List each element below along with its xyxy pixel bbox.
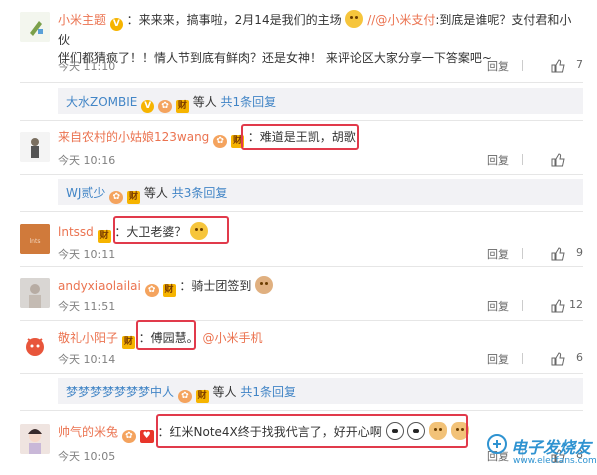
view-replies-link[interactable]: 共3条回复 [172,186,228,200]
watermark-url: www.elecfans.com [513,456,597,466]
theme-logo-icon [20,12,50,42]
comment-author[interactable]: 小米主题 [58,13,106,27]
reply-button[interactable]: 回复 [487,298,509,314]
divider [20,82,583,83]
wealth-badge-icon: 财 [127,191,141,204]
like-button[interactable] [533,152,583,168]
highlight-box [156,414,468,448]
reply-summary-bar: 梦梦梦梦梦梦梦中人 ✿ 财 等人 共1条回复 [58,378,583,404]
like-count: 6 [576,351,583,364]
view-replies-link[interactable]: 共1条回复 [240,385,296,399]
mention-link[interactable]: //@小米支付 [367,13,435,27]
vip-icon: ✿ [177,390,192,403]
wealth-badge-icon: 财 [162,284,176,297]
comment-author[interactable]: lntssd [58,225,94,239]
user-photo-icon [20,278,50,308]
comment-time: 今天 11:51 [58,300,116,313]
like-button[interactable]: 6 [533,351,583,367]
thumbs-up-icon [551,299,565,313]
comment-time: 今天 10:05 [58,450,116,463]
like-count: 7 [576,58,583,71]
comment-time: 今天 10:14 [58,353,116,366]
divider [20,174,583,175]
comment-author[interactable]: 帅气的米兔 [58,425,118,439]
comment-author[interactable]: 敬礼小阳子 [58,331,118,345]
comment-author[interactable]: andyxiaolailai [58,279,141,293]
watermark: 电子发烧友 www.elecfans.com [485,422,597,472]
divider [20,266,583,267]
vip-icon: ✿ [121,430,136,443]
comment-5: 敬礼小阳子 财 ：傅园慧。 @小米手机 今天 10:14 回复 6 [0,325,597,371]
comment-text: andyxiaolailai ✿ 财 ：骑士团签到 [58,276,583,297]
reply-user[interactable]: 梦梦梦梦梦梦梦中人 [66,385,174,399]
wealth-badge-icon: 财 [175,100,189,113]
red-badge-icon: ♥ [139,430,154,443]
reply-button[interactable]: 回复 [487,246,509,262]
avatar[interactable]: lnts [20,224,50,254]
svg-text:lnts: lnts [30,238,41,245]
reply-summary-bar: WJ贰少 ✿ 财 等人 共3条回复 [58,179,583,205]
mention-link[interactable]: @小米手机 [203,331,263,345]
reply-button[interactable]: 回复 [487,58,509,74]
like-button[interactable]: 7 [533,58,583,74]
thumbs-up-icon [551,153,565,167]
wealth-badge-icon: 财 [195,390,209,403]
verified-v-icon: V [109,18,123,31]
divider [20,211,583,212]
user-photo-icon [20,424,50,454]
comment-text: 小米主题 V ：来来来，搞事啦，2月14是我们的主场 //@小米支付:到底是谁呢… [58,10,583,49]
watermark-title: 电子发烧友 [511,438,592,457]
divider [522,60,523,71]
highlight-box [136,320,196,350]
divider [20,120,583,121]
reply-user[interactable]: 大水ZOMBIE [66,95,137,109]
divider [20,373,583,374]
comment-time: 今天 11:10 [58,60,116,73]
divider [522,248,523,259]
highlight-box [241,124,359,150]
doge-emoji-icon [345,10,364,28]
highlight-box [113,216,229,244]
avatar[interactable] [20,132,50,162]
thumbs-up-icon [551,352,565,366]
vip-icon: ✿ [158,100,173,113]
avatar[interactable] [20,12,50,42]
avatar[interactable] [20,331,50,361]
divider [20,410,583,411]
thumbs-up-icon [551,59,565,73]
view-replies-link[interactable]: 共1条回复 [221,95,277,109]
comment-1: 小米主题 V ：来来来，搞事啦，2月14是我们的主场 //@小米支付:到底是谁呢… [0,8,597,74]
avatar[interactable] [20,278,50,308]
comment-4: andyxiaolailai ✿ 财 ：骑士团签到 今天 11:51 回复 12 [0,272,597,318]
divider [20,320,583,321]
thumbs-up-icon [551,247,565,261]
like-button[interactable]: 9 [533,246,583,262]
like-count: 9 [576,246,583,259]
like-button[interactable]: 12 [533,298,583,314]
user-photo-icon [20,132,50,162]
verified-v-icon: V [141,100,155,113]
comment-time: 今天 10:16 [58,154,116,167]
vip-icon: ✿ [213,135,228,148]
wealth-badge-icon: 财 [121,336,135,349]
comment-author[interactable]: 来自农村的小姑娘123wang [58,130,209,144]
divider [522,353,523,364]
dog-emoji-icon [255,276,274,294]
reply-summary-bar: 大水ZOMBIE V ✿ 财 等人 共1条回复 [58,88,583,114]
vip-icon: ✿ [109,191,124,204]
user-photo-icon: lnts [20,224,50,254]
reply-button[interactable]: 回复 [487,351,509,367]
divider [522,154,523,165]
comment-3: lnts lntssd 财 ：大卫老婆？ 今天 10:11 回复 9 [0,216,597,264]
like-count: 12 [569,298,583,311]
reply-user[interactable]: WJ贰少 [66,186,105,200]
divider [522,300,523,311]
reply-button[interactable]: 回复 [487,152,509,168]
wealth-badge-icon: 财 [97,230,111,243]
user-photo-icon [20,331,50,361]
vip-icon: ✿ [144,284,159,297]
comment-time: 今天 10:11 [58,248,116,261]
avatar[interactable] [20,424,50,454]
